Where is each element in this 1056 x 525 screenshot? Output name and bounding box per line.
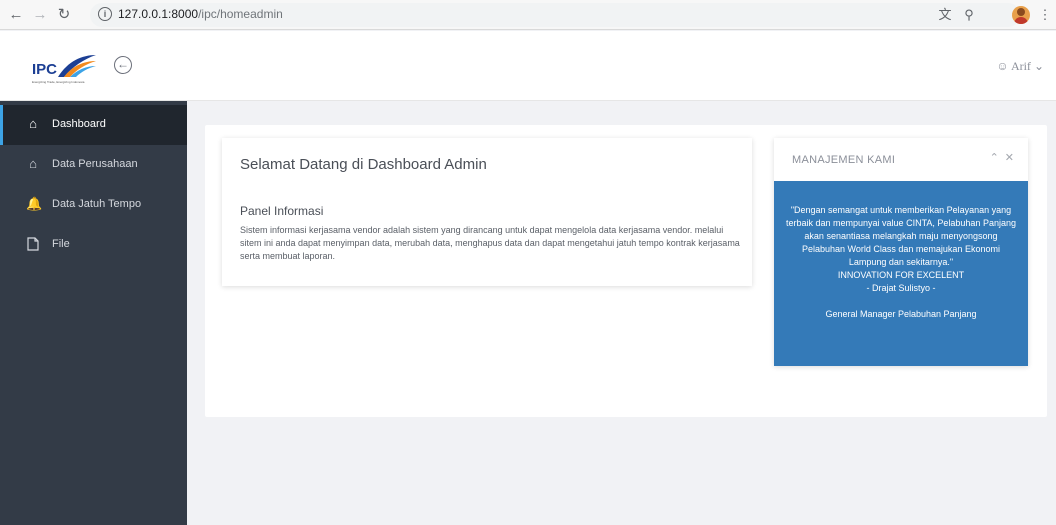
sidebar-item-label: Data Jatuh Tempo [52,198,142,210]
quote-line: Pelabuhan World Class dan memajukan Ekon… [802,244,1000,254]
logo-text: IPC [32,61,58,78]
management-title: MANAJEMEN KAMI [792,154,896,166]
site-info-icon[interactable]: i [98,7,112,21]
quote-line: akan senantiasa melangkah maju menyongso… [804,231,998,241]
sidebar: ⌂ Dashboard ⌂ Data Perusahaan 🔔 Data Jat… [0,101,187,525]
home-icon: ⌂ [29,156,37,171]
forward-icon[interactable]: → [30,5,50,25]
user-icon: ☺ [996,59,1009,73]
sidebar-item-data-jatuh-tempo[interactable]: 🔔 Data Jatuh Tempo [0,185,187,225]
page-title: Selamat Datang di Dashboard Admin [240,156,487,173]
quote-line: "Dengan semangat untuk memberikan Pelaya… [790,205,1012,215]
collapse-sidebar-icon[interactable]: ← [114,56,132,74]
management-card: MANAJEMEN KAMI ⌃ ✕ "Dengan semangat untuk… [774,138,1028,366]
quote-line: Lampung dan sekitarnya." [848,257,954,267]
reload-icon[interactable]: ↻ [54,5,74,25]
sidebar-item-file[interactable]: File [0,225,187,265]
sidebar-item-data-perusahaan[interactable]: ⌂ Data Perusahaan [0,145,187,185]
user-menu[interactable]: ☺ Arif ⌄ [996,59,1044,74]
management-quote-box: "Dengan semangat untuk memberikan Pelaya… [774,181,1028,366]
chevron-down-icon: ⌄ [1033,59,1044,73]
sidebar-item-label: File [52,238,70,250]
collapse-icon[interactable]: ⌃ [990,152,999,164]
profile-avatar-icon[interactable] [1012,6,1030,24]
panel-description: Sistem informasi kerjasama vendor adalah… [240,225,740,261]
url-path: /ipc/homeadmin [198,7,283,21]
management-tools: ⌃ ✕ [984,151,1014,164]
url-host: 127.0.0.1:8000 [118,7,199,21]
ipc-logo[interactable]: IPC Energizing Trade, Energizing Indones… [32,49,102,89]
translate-icon[interactable]: 文 [936,6,954,24]
sidebar-item-label: Data Perusahaan [52,158,138,170]
motto: INNOVATION FOR EXCELENT [837,270,965,280]
logo-swoosh-icon [58,55,96,77]
panel-title: Panel Informasi [240,204,324,218]
back-icon[interactable]: ← [6,5,26,25]
menu-dots-icon[interactable]: ⋮ [1036,6,1054,24]
url-text[interactable]: 127.0.0.1:8000/ipc/homeadmin [118,7,283,21]
sidebar-item-label: Dashboard [52,118,106,130]
welcome-card: Selamat Datang di Dashboard Admin Panel … [222,138,752,286]
close-icon[interactable]: ✕ [1005,152,1014,164]
user-name: Arif [1010,59,1031,73]
home-icon: ⌂ [29,116,37,131]
bell-icon: 🔔 [26,196,43,211]
browser-toolbar: ← → ↻ i 127.0.0.1:8000/ipc/homeadmin 文 ⚲ [0,0,1056,30]
logo-tagline: Energizing Trade, Energizing Indonesia [32,80,85,84]
quote-author: - Drajat Sulistyo - [866,283,936,293]
app-header: IPC Energizing Trade, Energizing Indones… [0,31,1056,101]
file-icon [26,237,40,251]
author-role: General Manager Pelabuhan Panjang [825,309,977,319]
quote-line: terbaik dan mempunyai value CINTA, Pelab… [786,218,1016,228]
sidebar-item-dashboard[interactable]: ⌂ Dashboard [0,105,187,145]
